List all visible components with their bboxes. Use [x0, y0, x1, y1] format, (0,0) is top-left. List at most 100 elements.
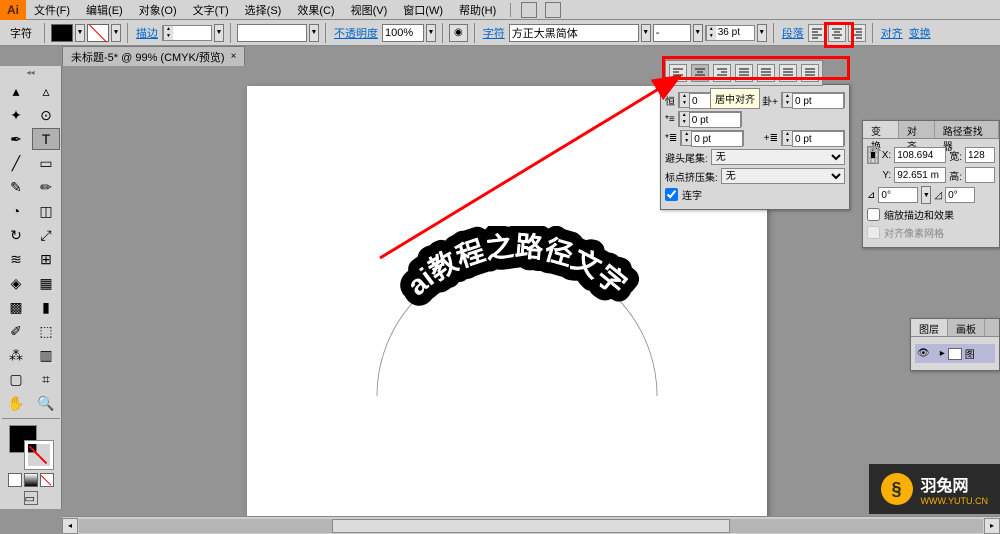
fill-stroke-indicator[interactable] — [9, 425, 53, 469]
visibility-icon[interactable]: 👁 — [917, 348, 930, 359]
rotate-dropdown[interactable]: ▼ — [921, 186, 931, 204]
zoom-tool[interactable]: 🔍 — [32, 392, 60, 414]
character-link[interactable]: 字符 — [481, 25, 507, 41]
w-input[interactable] — [965, 147, 995, 163]
para-justify-right[interactable] — [779, 64, 797, 82]
stroke-indicator[interactable] — [25, 441, 53, 469]
blob-brush-tool[interactable]: ◔ — [2, 200, 30, 222]
font-family-dropdown[interactable]: ▼ — [641, 24, 651, 42]
width-tool[interactable]: ≋ — [2, 248, 30, 270]
para-justify-left[interactable] — [735, 64, 753, 82]
transform-tab[interactable]: 变换 — [863, 121, 899, 138]
layer-name[interactable]: 图 — [965, 346, 975, 361]
font-size-dropdown[interactable]: ▼ — [757, 24, 767, 42]
none-mode-btn[interactable] — [40, 473, 54, 487]
para-justify-center[interactable] — [757, 64, 775, 82]
font-family-input[interactable] — [509, 24, 639, 42]
arrange-icon[interactable] — [545, 2, 561, 18]
menu-file[interactable]: 文件(F) — [26, 2, 78, 18]
perspective-tool[interactable]: ▦ — [32, 272, 60, 294]
artboards-tab[interactable]: 画板 — [948, 319, 985, 336]
mesh-tool[interactable]: ▩ — [2, 296, 30, 318]
punct-select[interactable]: 无 — [721, 168, 845, 184]
align-center-btn[interactable] — [828, 24, 846, 42]
stroke-weight[interactable]: ▲▼ — [162, 25, 212, 41]
pathfinder-tab[interactable]: 路径查找器 — [935, 121, 999, 138]
menu-object[interactable]: 对象(O) — [131, 2, 185, 18]
gradient-tool[interactable]: ▮ — [32, 296, 60, 318]
eyedropper-tool[interactable]: ✐ — [2, 320, 30, 342]
ligature-checkbox[interactable] — [665, 188, 678, 201]
tab-close-icon[interactable]: × — [231, 51, 237, 62]
opacity-link[interactable]: 不透明度 — [332, 25, 380, 41]
x-input[interactable] — [894, 147, 946, 163]
eraser-tool[interactable]: ◫ — [32, 200, 60, 222]
stroke-dropdown[interactable]: ▼ — [111, 24, 121, 42]
para-justify-all[interactable] — [801, 64, 819, 82]
menu-edit[interactable]: 编辑(E) — [78, 2, 131, 18]
selection-tool[interactable]: ▴ — [2, 80, 30, 102]
symbol-sprayer-tool[interactable]: ⁂ — [2, 344, 30, 366]
menu-effect[interactable]: 效果(C) — [289, 2, 342, 18]
document-tab[interactable]: 未标题-5* @ 99% (CMYK/预览) × — [62, 46, 245, 67]
rotate-input[interactable] — [878, 187, 918, 203]
para-align-center[interactable] — [691, 64, 709, 82]
graph-tool[interactable]: ▥ — [32, 344, 60, 366]
shear-input[interactable] — [945, 187, 975, 203]
style-select[interactable] — [237, 24, 307, 42]
layers-tab[interactable]: 图层 — [911, 319, 948, 336]
space-after-input[interactable]: ▲▼ — [781, 130, 845, 146]
font-style-dropdown[interactable]: ▼ — [693, 24, 703, 42]
menu-view[interactable]: 视图(V) — [343, 2, 396, 18]
scroll-right-btn[interactable]: ▸ — [984, 518, 1000, 534]
menu-select[interactable]: 选择(S) — [237, 2, 290, 18]
opacity-input[interactable] — [382, 24, 424, 42]
style-dropdown[interactable]: ▼ — [309, 24, 319, 42]
hand-tool[interactable]: ✋ — [2, 392, 30, 414]
rotate-tool[interactable]: ↻ — [2, 224, 30, 246]
right-indent-input[interactable]: ▲▼ — [781, 92, 845, 108]
menu-window[interactable]: 窗口(W) — [395, 2, 451, 18]
fill-dropdown[interactable]: ▼ — [75, 24, 85, 42]
para-align-right[interactable] — [713, 64, 731, 82]
stroke-link[interactable]: 描边 — [134, 25, 160, 41]
paintbrush-tool[interactable]: ✎ — [2, 176, 30, 198]
para-align-left[interactable] — [669, 64, 687, 82]
menu-help[interactable]: 帮助(H) — [451, 2, 504, 18]
y-input[interactable] — [894, 167, 946, 183]
slice-tool[interactable]: ⌗ — [32, 368, 60, 390]
recolor-icon[interactable]: ◉ — [449, 24, 468, 42]
screen-mode-btn[interactable]: ▭ — [24, 491, 38, 505]
free-transform-tool[interactable]: ⊞ — [32, 248, 60, 270]
scale-tool[interactable]: ⤢ — [32, 224, 60, 246]
stroke-color[interactable] — [87, 24, 109, 42]
align-tab[interactable]: 对齐 — [899, 121, 935, 138]
align-right-btn[interactable] — [848, 24, 866, 42]
expand-icon[interactable]: ▸ — [940, 348, 945, 359]
stroke-weight-dropdown[interactable]: ▼ — [214, 24, 224, 42]
paragraph-link[interactable]: 段落 — [780, 25, 806, 41]
rectangle-tool[interactable]: ▭ — [32, 152, 60, 174]
fill-color[interactable] — [51, 24, 73, 42]
line-tool[interactable]: ╱ — [2, 152, 30, 174]
opacity-dropdown[interactable]: ▼ — [426, 24, 436, 42]
lasso-tool[interactable]: ⊙ — [32, 104, 60, 126]
artboard-tool[interactable]: ▢ — [2, 368, 30, 390]
doc-setup-icon[interactable] — [521, 2, 537, 18]
magic-wand-tool[interactable]: ✦ — [2, 104, 30, 126]
h-input[interactable] — [965, 167, 995, 183]
align-link[interactable]: 对齐 — [879, 25, 905, 41]
font-size[interactable]: ▲▼ — [705, 25, 755, 41]
first-line-input[interactable]: ▲▼ — [678, 111, 742, 127]
type-tool[interactable]: T — [32, 128, 60, 150]
blend-tool[interactable]: ⬚ — [32, 320, 60, 342]
pencil-tool[interactable]: ✏ — [32, 176, 60, 198]
scroll-thumb[interactable] — [332, 519, 730, 533]
menu-type[interactable]: 文字(T) — [185, 2, 237, 18]
direct-selection-tool[interactable]: ▵ — [32, 80, 60, 102]
scroll-track[interactable] — [79, 519, 983, 533]
reference-point[interactable] — [867, 146, 879, 164]
scroll-left-btn[interactable]: ◂ — [62, 518, 78, 534]
scale-strokes-checkbox[interactable] — [867, 208, 880, 221]
path-text-artwork[interactable]: ai教程之路径文字 ai教程之路径文字 — [357, 226, 677, 506]
